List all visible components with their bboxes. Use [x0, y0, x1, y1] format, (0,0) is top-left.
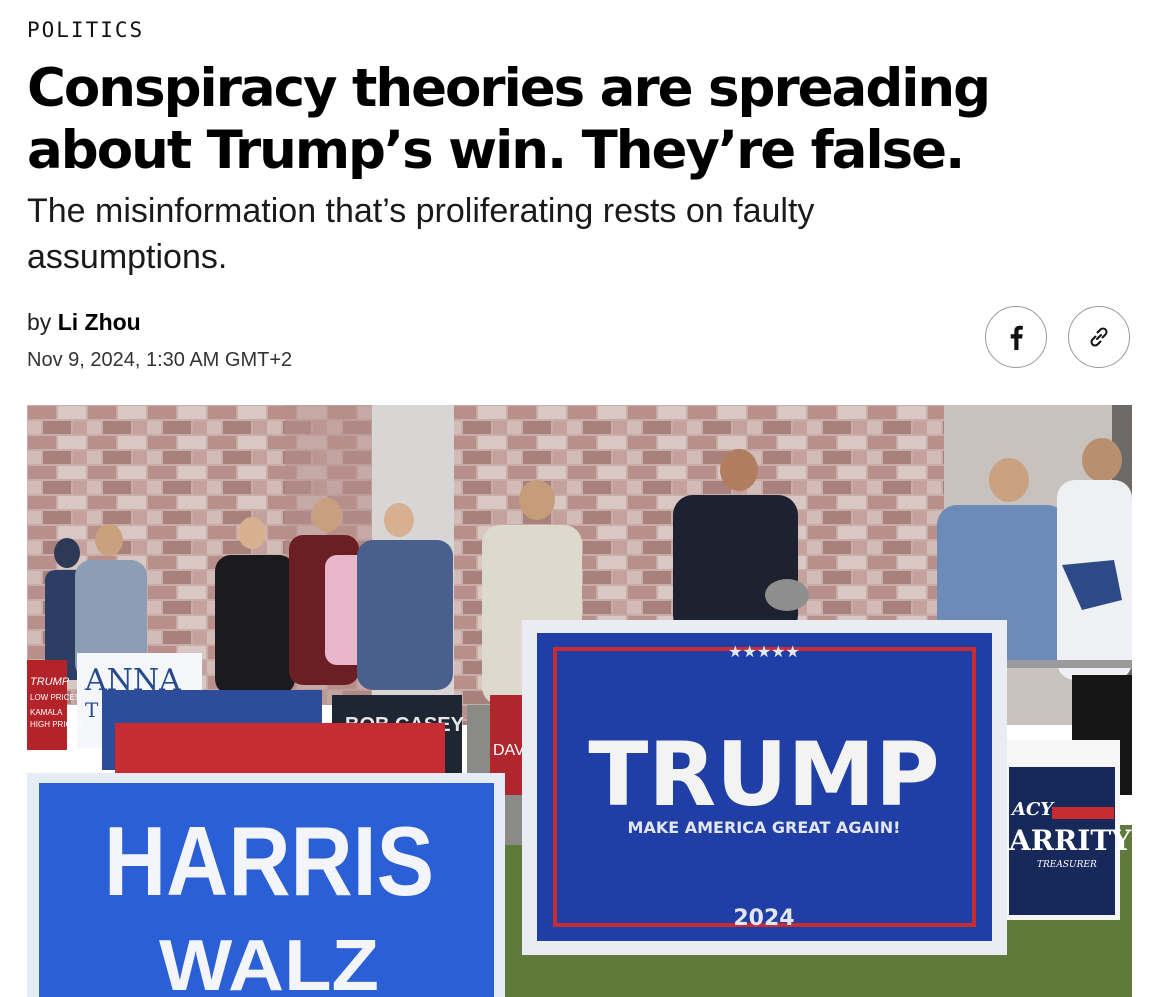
svg-text:TREASURER: TREASURER — [1037, 860, 1097, 870]
publish-date: Nov 9, 2024, 1:30 AM GMT+2 — [27, 349, 293, 371]
byline-prefix: by — [27, 309, 52, 335]
svg-text:TRUMP: TRUMP — [588, 723, 939, 826]
svg-text:ARRITY: ARRITY — [1008, 824, 1132, 857]
svg-text:WALZ: WALZ — [159, 926, 379, 997]
author-link[interactable]: Li Zhou — [58, 309, 141, 335]
hero-image: ANNA T TRUMP LOW PRICES KAMALA HIGH PRIC… — [27, 405, 1132, 997]
link-icon — [1090, 327, 1108, 347]
svg-text:2024: 2024 — [733, 906, 794, 931]
svg-text:HIGH PRICES: HIGH PRICES — [30, 720, 82, 729]
article-dek: The misinformation that’s proliferating … — [27, 192, 815, 276]
hero-photo-illustration: ANNA T TRUMP LOW PRICES KAMALA HIGH PRIC… — [27, 405, 1132, 997]
harris-sign: HARRIS WALZ — [27, 773, 505, 997]
copy-link-button[interactable] — [1068, 306, 1130, 368]
svg-text:MAKE AMERICA GREAT AGAIN!: MAKE AMERICA GREAT AGAIN! — [628, 818, 901, 837]
facebook-icon — [1010, 325, 1023, 350]
svg-text:LOW PRICES: LOW PRICES — [30, 693, 80, 702]
byline: by Li Zhou — [27, 309, 141, 336]
svg-text:KAMALA: KAMALA — [30, 708, 63, 717]
svg-text:TRUMP: TRUMP — [30, 676, 70, 688]
trump-sign: ★★★★★ TRUMP MAKE AMERICA GREAT AGAIN! 20… — [522, 620, 1007, 955]
share-facebook-button[interactable] — [985, 306, 1047, 368]
svg-text:T: T — [85, 698, 99, 722]
svg-text:HARRIS: HARRIS — [104, 806, 434, 916]
article-headline: Conspiracy theories are spreading about … — [27, 58, 991, 181]
garrity-sign: ACY ARRITY TREASURER — [1005, 740, 1132, 920]
section-kicker[interactable]: POLITICS — [27, 18, 144, 42]
svg-text:★★★★★: ★★★★★ — [728, 642, 800, 661]
svg-text:ACY: ACY — [1010, 799, 1055, 820]
